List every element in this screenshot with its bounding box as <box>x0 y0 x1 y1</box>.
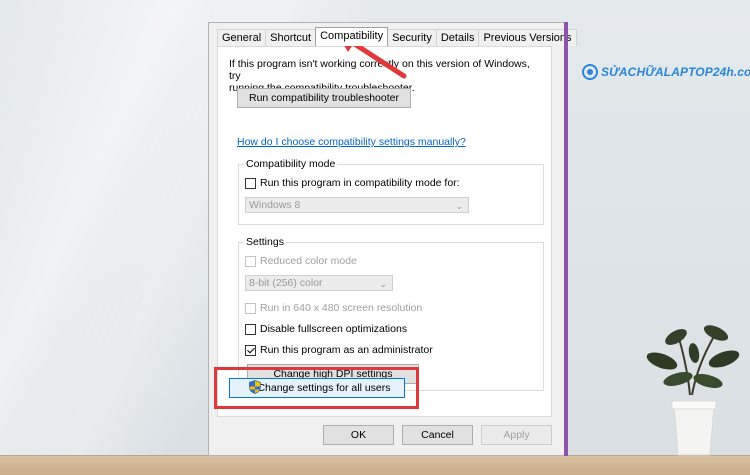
cancel-button[interactable]: Cancel <box>402 425 473 445</box>
fullscreen-optimizations-label: Disable fullscreen optimizations <box>260 323 408 335</box>
compatibility-mode-title: Compatibility mode <box>244 158 338 170</box>
tab-shortcut[interactable]: Shortcut <box>265 29 317 46</box>
manual-settings-link[interactable]: How do I choose compatibility settings m… <box>237 136 466 148</box>
highlight-box <box>214 367 419 409</box>
tab-compatibility[interactable]: Compatibility <box>315 27 389 46</box>
fullscreen-optimizations-checkbox[interactable] <box>245 323 256 335</box>
wallpaper-floor <box>0 456 750 475</box>
tab-previous-versions[interactable]: Previous Versions <box>478 29 577 46</box>
watermark-logo: SỬACHỮALAPTOP24h.com <box>582 62 750 82</box>
run-troubleshooter-button[interactable]: Run compatibility troubleshooter <box>237 88 411 108</box>
compatibility-panel: If this program isn't working correctly … <box>217 46 552 417</box>
compatibility-mode-group: Compatibility mode Run this program in c… <box>238 158 544 225</box>
logo-text: SỬACHỮALAPTOP24h.com <box>601 65 750 79</box>
tab-details[interactable]: Details <box>435 29 480 46</box>
compatibility-mode-checkbox[interactable] <box>245 177 256 189</box>
reduced-color-row: Reduced color mode <box>245 254 357 268</box>
ok-button[interactable]: OK <box>323 425 394 445</box>
resolution-label: Run in 640 x 480 screen resolution <box>260 302 423 314</box>
reduced-color-label: Reduced color mode <box>260 255 357 267</box>
os-version-select: Windows 8 ⌄ <box>245 197 469 213</box>
chevron-down-icon: ⌄ <box>455 201 463 211</box>
tab-general[interactable]: General <box>217 29 267 46</box>
window-edge-accent <box>564 22 568 456</box>
compatibility-mode-row[interactable]: Run this program in compatibility mode f… <box>245 176 460 190</box>
reduced-color-checkbox <box>245 255 256 267</box>
resolution-checkbox <box>245 302 256 314</box>
os-version-value: Windows 8 <box>249 199 301 211</box>
run-as-admin-row[interactable]: Run this program as an administrator <box>245 343 433 357</box>
potted-plant-image <box>646 325 740 456</box>
color-depth-value: 8-bit (256) color <box>249 277 323 289</box>
run-as-admin-label: Run this program as an administrator <box>260 344 433 356</box>
resolution-row: Run in 640 x 480 screen resolution <box>245 301 422 315</box>
settings-title: Settings <box>244 236 286 248</box>
compatibility-mode-label: Run this program in compatibility mode f… <box>260 177 460 189</box>
logo-icon <box>582 64 598 80</box>
run-as-admin-checkbox[interactable] <box>245 344 256 356</box>
color-depth-select: 8-bit (256) color ⌄ <box>245 275 393 291</box>
chevron-down-icon: ⌄ <box>379 279 387 289</box>
fullscreen-optimizations-row[interactable]: Disable fullscreen optimizations <box>245 322 407 336</box>
apply-button[interactable]: Apply <box>481 425 552 445</box>
